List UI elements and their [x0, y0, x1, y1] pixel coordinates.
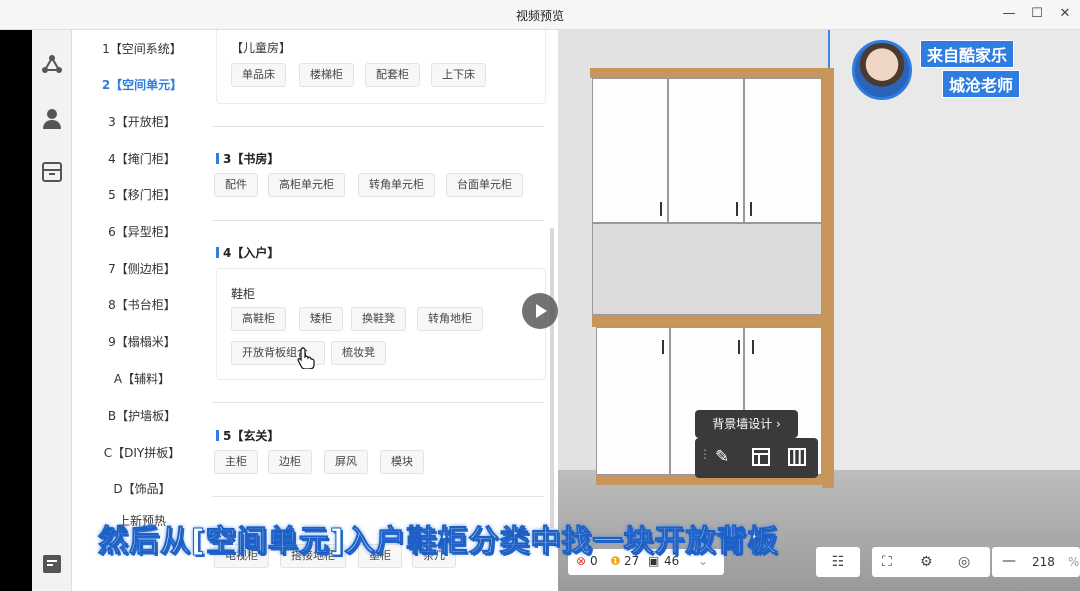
close-button[interactable]: ✕	[1052, 3, 1078, 25]
badge-source: 来自酷家乐	[920, 40, 1015, 68]
zoom-unit: %	[1068, 555, 1080, 569]
upper-door-2[interactable]	[668, 78, 744, 223]
minimize-button[interactable]: —	[996, 3, 1022, 25]
category-item[interactable]: 1【空间系统】	[72, 40, 212, 57]
drag-handle-icon[interactable]: ⋮	[699, 447, 711, 461]
background-wall-design-button[interactable]: 背景墙设计 ›	[695, 410, 798, 438]
divider	[212, 496, 544, 497]
zoom-value[interactable]: 218	[1032, 555, 1055, 569]
category-item[interactable]: A【辅料】	[72, 370, 212, 387]
chip-tall-shoe-cabinet[interactable]: 高鞋柜	[231, 307, 286, 331]
shoe-cabinet-group-title: 鞋柜	[231, 287, 256, 301]
chip-dressing-stool[interactable]: 梳妆凳	[331, 341, 386, 365]
chip-single-bed[interactable]: 单品床	[231, 63, 286, 87]
category-item[interactable]: 4【掩门柜】	[72, 150, 212, 167]
view-settings-icon[interactable]: ⚙	[920, 547, 933, 577]
avatar	[852, 40, 912, 100]
entrance-box: 鞋柜 高鞋柜 矮柜 换鞋凳 转角地柜 开放背板组合 梳妆凳	[216, 268, 546, 380]
kids-room-box: 【儿童房】 单品床 楼梯柜 配套柜 上下床	[216, 30, 546, 104]
door-handle	[662, 340, 664, 354]
model-tool-icon[interactable]	[38, 50, 66, 78]
layout-icon[interactable]	[751, 447, 771, 472]
category-item[interactable]: B【护墙板】	[72, 407, 212, 424]
chip-module[interactable]: 模块	[380, 450, 424, 474]
3d-scene-viewport[interactable]	[558, 30, 1080, 591]
chip-bunk-bed[interactable]: 上下床	[431, 63, 486, 87]
presenter-badge: 来自酷家乐 城沧老师	[852, 40, 1042, 102]
section-study-title: 3【书房】	[216, 150, 279, 167]
maximize-button[interactable]: ☐	[1024, 3, 1050, 25]
open-niche[interactable]	[592, 223, 822, 315]
chip-shoe-bench[interactable]: 换鞋凳	[351, 307, 406, 331]
chip-corner-unit[interactable]: 转角单元柜	[358, 173, 435, 197]
category-list: 1【空间系统】 2【空间单元】 3【开放柜】 4【掩门柜】 5【移门柜】 6【异型柜】 7【…	[72, 30, 212, 591]
video-subtitle: 然后从[空间单元]入户鞋柜分类中找一块开放背板	[97, 524, 779, 560]
door-handle	[752, 340, 754, 354]
section-entrance-title: 4【入户】	[216, 244, 279, 261]
chip-main-cabinet[interactable]: 主柜	[214, 450, 258, 474]
zoom-control: — 218 %	[992, 547, 1080, 577]
chip-side-cabinet[interactable]: 边柜	[268, 450, 312, 474]
tool-strip	[32, 30, 72, 591]
chip-matching-cabinet[interactable]: 配套柜	[365, 63, 420, 87]
fit-view-icon[interactable]: ⛶	[882, 547, 892, 577]
view-tools: ⛶ ⚙ ◎	[872, 547, 990, 577]
section-foyer-title: 5【玄关】	[216, 427, 279, 444]
video-frame: 1【空间系统】 2【空间单元】 3【开放柜】 4【掩门柜】 5【移门柜】 6【异型柜】 7【…	[32, 30, 1080, 591]
divider	[212, 126, 544, 127]
category-item[interactable]: 9【榻榻米】	[72, 333, 212, 350]
user-tool-icon[interactable]	[38, 104, 66, 132]
divider	[212, 220, 544, 221]
lower-door-1[interactable]	[596, 327, 670, 475]
door-handle	[738, 340, 740, 354]
cabinet-tool-icon[interactable]	[38, 158, 66, 186]
category-item[interactable]: 2【空间单元】	[72, 76, 212, 93]
chip-corner-floor-cabinet[interactable]: 转角地柜	[417, 307, 483, 331]
panel-scrollbar[interactable]	[550, 228, 554, 528]
category-item[interactable]: 7【侧边柜】	[72, 260, 212, 277]
window-title: 视频预览	[515, 9, 564, 23]
category-item[interactable]: 5【移门柜】	[72, 186, 212, 203]
cabinet-icon	[42, 162, 62, 182]
category-item[interactable]: D【饰品】	[72, 480, 212, 497]
person-icon	[43, 109, 61, 129]
hand-cursor-icon	[297, 347, 315, 369]
chip-counter-unit[interactable]: 台面单元柜	[446, 173, 523, 197]
door-handle	[736, 202, 738, 216]
chip-screen[interactable]: 屏风	[324, 450, 368, 474]
layers-button-icon[interactable]: ☷	[816, 547, 860, 577]
video-preview-window: 视频预览 — ☐ ✕ 1【空间系统】 2【空间单元】 3【开放柜】 4【掩门柜】 5【移…	[0, 0, 1080, 591]
content-panel: 【儿童房】 单品床 楼梯柜 配套柜 上下床 3【书房】 配件 高柜单元柜 转角单…	[212, 30, 558, 591]
category-item[interactable]: C【DIY拼板】	[72, 444, 212, 461]
badge-teacher: 城沧老师	[942, 70, 1021, 98]
panel-tool-icon[interactable]	[38, 550, 66, 578]
cube-network-icon	[42, 55, 62, 73]
chip-accessories[interactable]: 配件	[214, 173, 258, 197]
chip-stair-cabinet[interactable]: 楼梯柜	[299, 63, 354, 87]
title-bar: 视频预览 — ☐ ✕	[0, 0, 1080, 30]
upper-top-board	[590, 68, 834, 78]
list-panel-icon	[43, 555, 61, 573]
door-handle	[750, 202, 752, 216]
category-item[interactable]: 8【书台柜】	[72, 296, 212, 313]
chip-low-cabinet[interactable]: 矮柜	[299, 307, 343, 331]
chip-tall-unit[interactable]: 高柜单元柜	[268, 173, 345, 197]
upper-door-1[interactable]	[592, 78, 668, 223]
category-item[interactable]: 6【异型柜】	[72, 223, 212, 240]
divider	[212, 402, 544, 403]
zoom-out-icon[interactable]: —	[1002, 553, 1016, 569]
upper-door-3[interactable]	[744, 78, 822, 223]
pencil-icon[interactable]: ✎	[715, 447, 729, 467]
counter-top	[592, 315, 822, 327]
door-handle	[660, 202, 662, 216]
focus-icon[interactable]: ◎	[958, 547, 970, 577]
kids-room-title: 【儿童房】	[231, 41, 292, 55]
play-button-icon[interactable]	[522, 293, 558, 329]
category-item[interactable]: 3【开放柜】	[72, 113, 212, 130]
right-side-board	[822, 68, 834, 488]
columns-icon[interactable]	[787, 447, 807, 472]
selection-toolbar: ⋮ ✎	[695, 438, 818, 478]
